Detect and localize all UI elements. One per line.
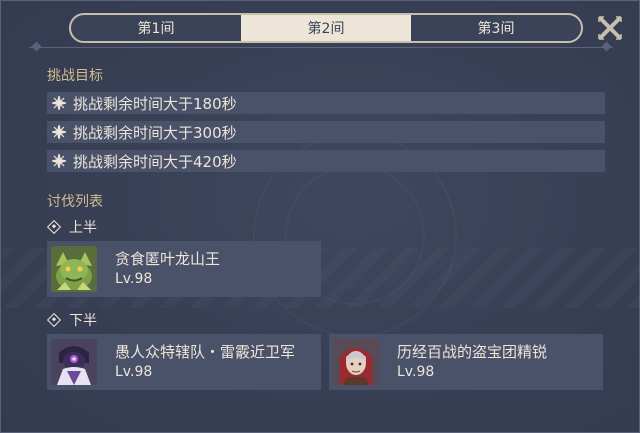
abyss-chamber-panel: 第1间 第2间 第3间 挑战目标 挑战剩余时间大于180秒 挑战剩余时间大于30… [0, 0, 640, 433]
diamond-icon [46, 312, 62, 328]
upper-half-header: 上半 [46, 217, 97, 237]
goal-text: 挑战剩余时间大于180秒 [73, 94, 237, 113]
chamber-tabs: 第1间 第2间 第3间 [69, 13, 583, 43]
lower-half-header: 下半 [46, 310, 97, 330]
goal-text: 挑战剩余时间大于420秒 [73, 152, 237, 171]
upper-half-label: 上半 [69, 220, 97, 236]
lower-half-label: 下半 [69, 313, 97, 329]
goal-text: 挑战剩余时间大于300秒 [73, 123, 237, 142]
goal-row: 挑战剩余时间大于420秒 [47, 150, 605, 172]
goal-row: 挑战剩余时间大于300秒 [47, 121, 605, 143]
goals-heading: 挑战目标 [47, 68, 103, 84]
enemy-level: Lv.98 [397, 364, 435, 380]
enemy-name: 贪食匿叶龙山王 [115, 250, 221, 268]
goal-row: 挑战剩余时间大于180秒 [47, 92, 605, 114]
star-snowflake-icon [47, 154, 71, 168]
divider-diamond-left [31, 41, 42, 52]
divider-diamond-right [601, 41, 612, 52]
enemy-card[interactable]: 贪食匿叶龙山王 Lv.98 [47, 241, 321, 297]
enemy-level: Lv.98 [115, 364, 153, 380]
tab-chamber-1[interactable]: 第1间 [71, 15, 241, 41]
star-snowflake-icon [47, 96, 71, 110]
diamond-icon [46, 219, 62, 235]
enemy-card[interactable]: 愚人众特辖队・雷霰近卫军 Lv.98 [47, 334, 321, 390]
tab-chamber-3[interactable]: 第3间 [411, 15, 581, 41]
star-snowflake-icon [47, 125, 71, 139]
enemy-name: 历经百战的盗宝团精锐 [397, 343, 548, 361]
tab-chamber-2[interactable]: 第2间 [241, 15, 411, 41]
enemy-list-heading: 讨伐列表 [47, 194, 103, 210]
green-dragon-portrait [51, 246, 97, 292]
header-divider [29, 47, 613, 48]
enemy-card[interactable]: 历经百战的盗宝团精锐 Lv.98 [329, 334, 603, 390]
close-icon[interactable] [597, 15, 623, 41]
fatui-guard-portrait [51, 339, 97, 385]
enemy-level: Lv.98 [115, 271, 153, 287]
enemy-name: 愚人众特辖队・雷霰近卫军 [115, 343, 296, 361]
treasure-hoarder-portrait [333, 339, 379, 385]
